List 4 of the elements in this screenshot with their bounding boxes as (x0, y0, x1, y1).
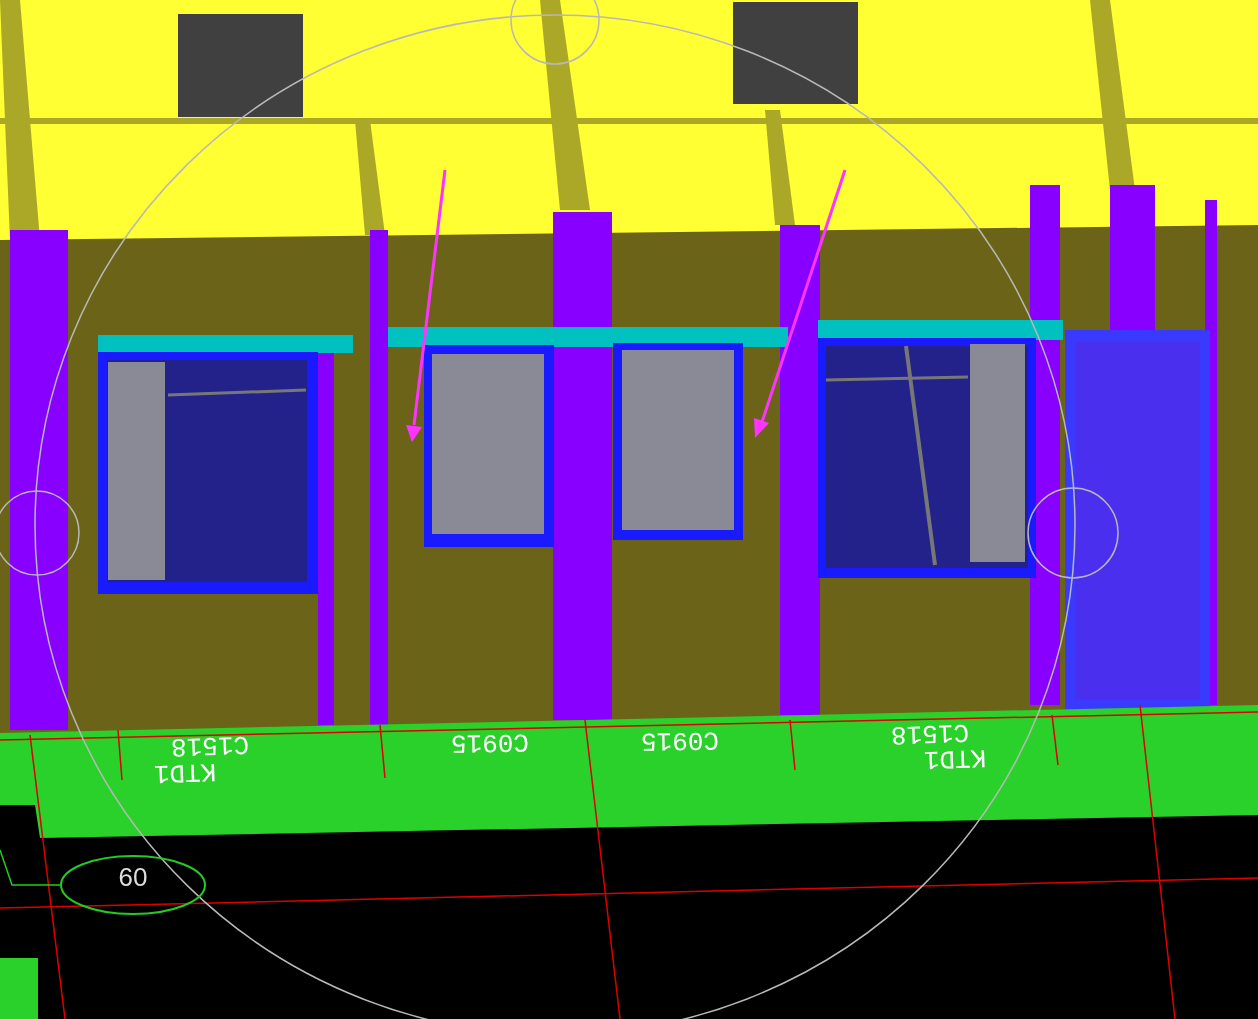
element-tag: C0915 (450, 726, 530, 758)
element-tag: C1518 (890, 716, 970, 750)
axis-number: 09 (118, 862, 148, 893)
element-tag: C0915 (640, 724, 720, 756)
